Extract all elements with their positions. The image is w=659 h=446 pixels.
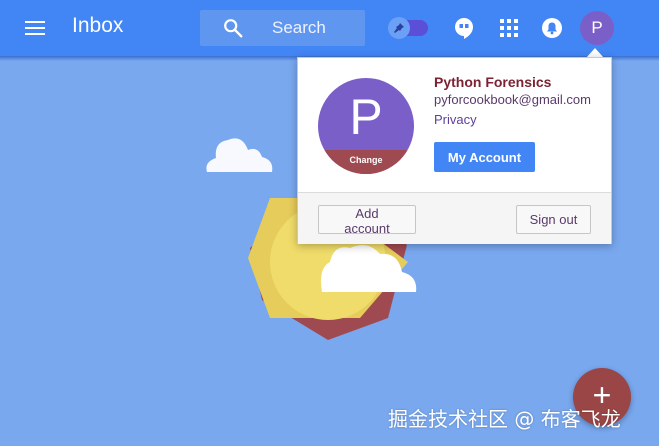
- privacy-link[interactable]: Privacy: [434, 112, 477, 127]
- app-title: Inbox: [72, 14, 124, 37]
- pinned-toggle-knob: [388, 17, 410, 39]
- bell-icon: [542, 18, 562, 38]
- pinned-toggle[interactable]: [386, 17, 432, 39]
- change-photo-label[interactable]: Change: [318, 150, 414, 174]
- watermark: 掘金技术社区 @ 布客飞龙: [388, 407, 621, 431]
- search-bar[interactable]: Search: [200, 10, 365, 46]
- hamburger-menu-icon: [25, 21, 45, 35]
- profile-photo[interactable]: P Change: [318, 78, 414, 174]
- account-popup: P Change Python Forensics pyforcookbook@…: [297, 57, 612, 244]
- apps-button[interactable]: [497, 16, 521, 40]
- account-name: Python Forensics: [434, 74, 552, 90]
- my-account-button[interactable]: My Account: [434, 142, 535, 172]
- account-popup-footer: Add account Sign out: [298, 192, 611, 244]
- notifications-button[interactable]: [540, 16, 564, 40]
- account-avatar-button[interactable]: P: [580, 11, 614, 45]
- add-account-button[interactable]: Add account: [318, 205, 416, 236]
- hangouts-button[interactable]: [452, 16, 476, 40]
- account-email: pyforcookbook@gmail.com: [434, 92, 591, 107]
- profile-photo-letter: P: [349, 89, 383, 145]
- sign-out-button[interactable]: Sign out: [516, 205, 591, 234]
- pin-icon: [394, 23, 404, 33]
- search-icon: [224, 19, 243, 38]
- hangouts-icon: [455, 18, 473, 39]
- cloud-small: [206, 138, 273, 172]
- main-menu-button[interactable]: [22, 16, 48, 40]
- app-header: Inbox Search P: [0, 0, 659, 56]
- apps-grid-icon: [500, 19, 518, 37]
- search-placeholder: Search: [272, 18, 326, 37]
